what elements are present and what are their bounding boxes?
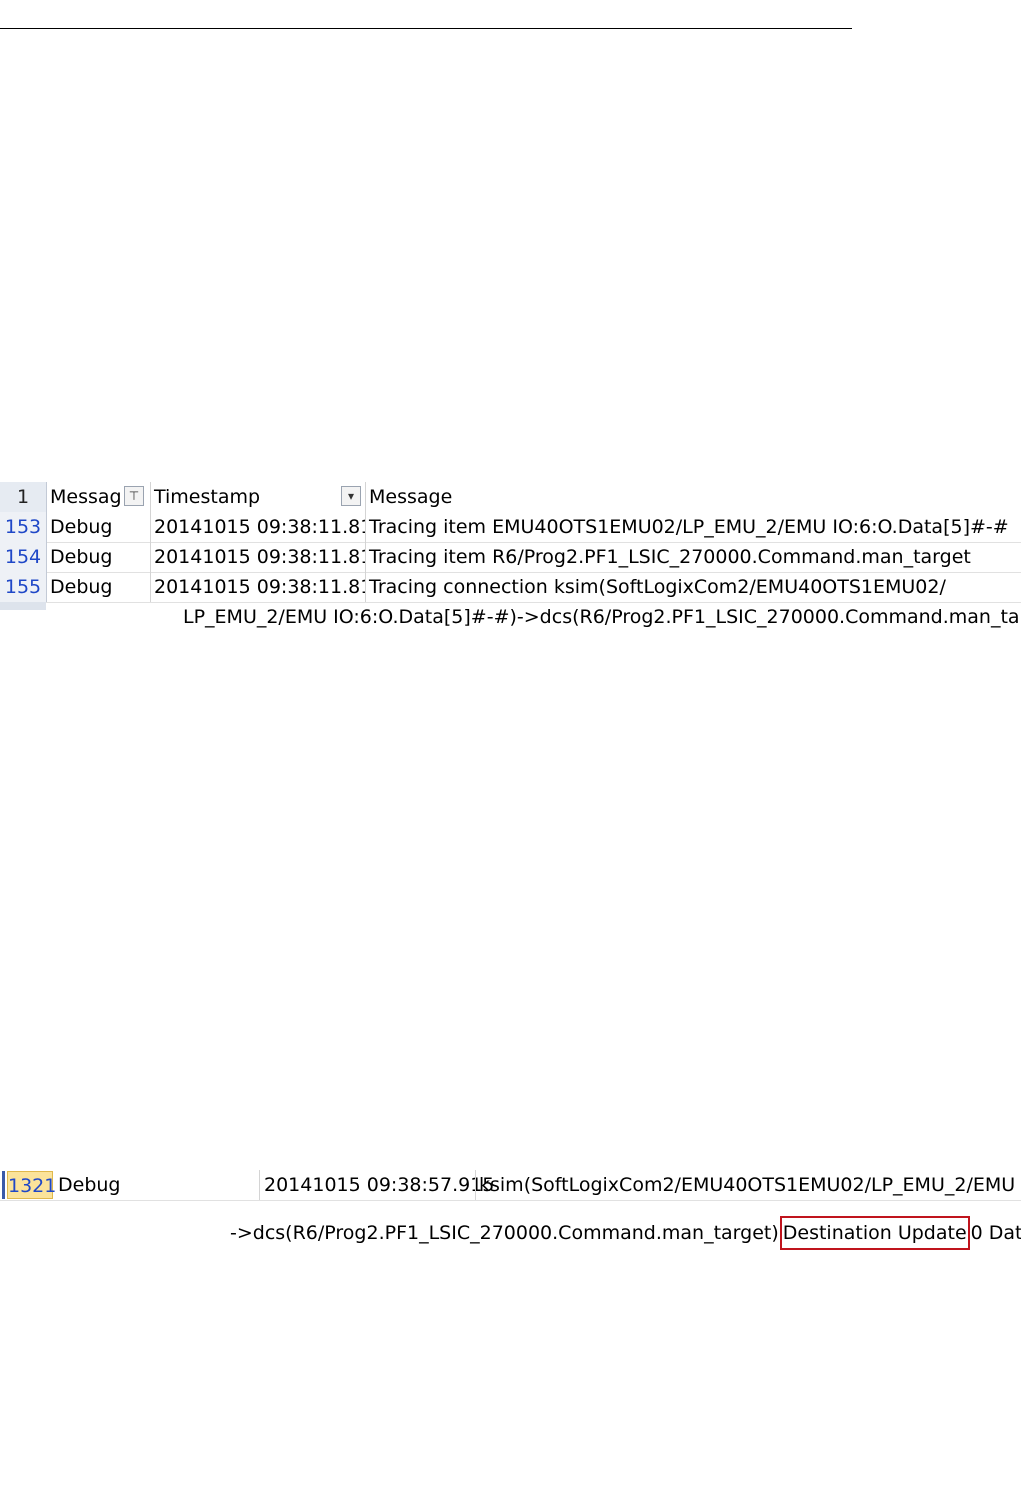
cell-message[interactable]: Tracing item EMU40OTS1EMU02/LP_EMU_2/EMU… [365, 512, 1021, 542]
wrapped-message-continuation: ->dcs(R6/Prog2.PF1_LSIC_270000.Command.m… [230, 1216, 1021, 1250]
cell-timestamp[interactable]: 20141015 09:38:11.814 [150, 542, 366, 572]
cell-message[interactable]: ksim(SoftLogixCom2/EMU40OTS1EMU02/LP_EMU… [475, 1170, 1021, 1200]
cell-timestamp[interactable]: 20141015 09:38:57.915 [259, 1170, 494, 1200]
message-text: ->dcs(R6/Prog2.PF1_LSIC_270000.Command.m… [230, 1222, 779, 1244]
column-header-label: Message [369, 486, 453, 508]
column-header-message[interactable]: Message [365, 482, 1021, 512]
column-header-label: Timestamp [154, 486, 261, 508]
highlighted-text: Destination Update [782, 1222, 967, 1244]
table-row[interactable]: 154 Debug 20141015 09:38:11.814 Tracing … [0, 542, 1021, 573]
dropdown-arrow-icon[interactable]: ▾ [341, 486, 361, 506]
row-number-stub [0, 602, 46, 610]
cell-timestamp[interactable]: 20141015 09:38:11.816 [150, 572, 366, 602]
row-number[interactable]: 155 [0, 572, 47, 602]
cell-type[interactable]: Debug [50, 542, 146, 572]
row-number[interactable]: 153 [0, 512, 47, 542]
wrapped-message-continuation: LP_EMU_2/EMU IO:6:O.Data[5]#-#)->dcs(R6/… [183, 606, 1021, 628]
table-row-selected[interactable]: 1321 Debug 20141015 09:38:57.915 ksim(So… [0, 1170, 1021, 1201]
cell-message[interactable]: Tracing connection ksim(SoftLogixCom2/EM… [365, 572, 1021, 602]
table-row[interactable]: 155 Debug 20141015 09:38:11.816 Tracing … [0, 572, 1021, 603]
header-row: 1 Messag ⊤ Timestamp ▾ Message [0, 482, 1021, 512]
column-header-timestamp[interactable]: Timestamp [150, 482, 366, 512]
cell-message[interactable]: Tracing item R6/Prog2.PF1_LSIC_270000.Co… [365, 542, 1021, 572]
message-text: 0 Data Mo [970, 1222, 1021, 1244]
row-number[interactable]: 1321 [7, 1171, 56, 1199]
highlight-annotation-box: Destination Update [779, 1216, 970, 1250]
cell-timestamp[interactable]: 20141015 09:38:11.811 [150, 512, 366, 542]
cell-type[interactable]: Debug [50, 572, 146, 602]
cell-type[interactable]: Debug [58, 1170, 120, 1200]
column-header-label: Messag [50, 486, 122, 508]
table-row[interactable]: 153 Debug 20141015 09:38:11.811 Tracing … [0, 512, 1021, 543]
filter-funnel-icon[interactable]: ⊤ [124, 486, 144, 506]
row-number: 1 [0, 482, 47, 512]
row-number[interactable]: 154 [0, 542, 47, 572]
page-top-rule [0, 28, 852, 29]
cell-type[interactable]: Debug [50, 512, 146, 542]
